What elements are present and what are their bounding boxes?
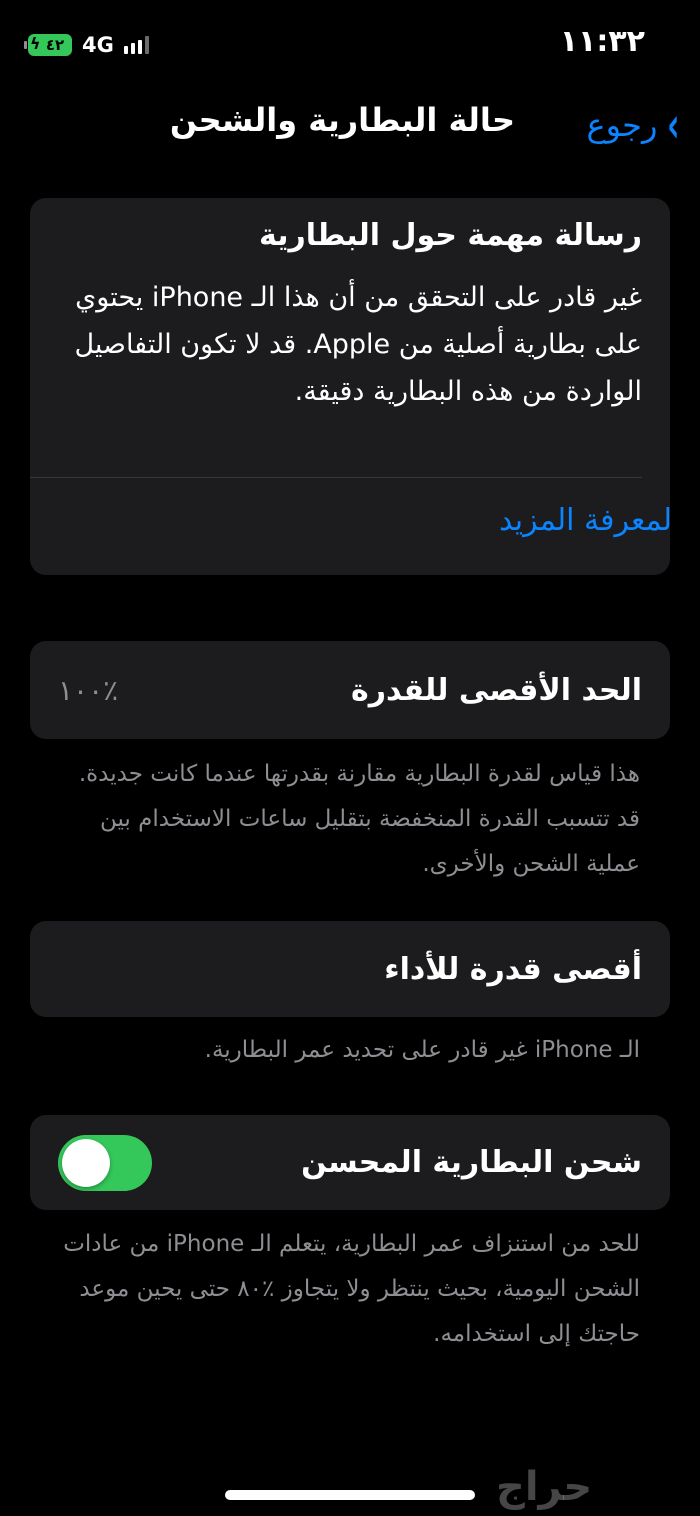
optimized-charging-toggle[interactable] xyxy=(58,1134,152,1191)
maximum-capacity-value: ٪١٠٠ xyxy=(58,673,119,707)
battery-level: ٤٢ xyxy=(45,36,65,54)
maximum-capacity-label: الحد الأقصى للقدرة xyxy=(351,672,642,708)
charging-bolt-icon: ϟ xyxy=(30,34,41,53)
peak-performance-footnote: الـ iPhone غير قادر على تحديد عمر البطار… xyxy=(204,1037,640,1063)
toggle-knob xyxy=(62,1138,110,1187)
signal-bar xyxy=(123,46,128,54)
back-button-label: رجوع xyxy=(586,106,658,144)
network-type: 4G xyxy=(82,33,114,57)
signal-bar xyxy=(130,43,135,54)
peak-performance-row: أقصى قدرة للأداء xyxy=(30,921,670,1017)
signal-strength-icon xyxy=(123,36,149,54)
status-bar: ϟ ٤٢ 4G ١١:٣٢ xyxy=(0,0,700,80)
status-indicators: ϟ ٤٢ 4G xyxy=(24,30,149,60)
signal-bar xyxy=(144,36,149,54)
navigation-bar: › رجوع حالة البطارية والشحن xyxy=(0,95,700,155)
battery-icon: ϟ ٤٢ xyxy=(24,34,72,56)
optimized-charging-row: شحن البطارية المحسن xyxy=(30,1115,670,1210)
peak-performance-label: أقصى قدرة للأداء xyxy=(384,951,642,987)
maximum-capacity-row: الحد الأقصى للقدرة ٪١٠٠ xyxy=(30,641,670,739)
message-body: غير قادر على التحقق من أن هذا الـ iPhone… xyxy=(74,282,642,407)
battery-nub xyxy=(24,41,27,49)
learn-more-link[interactable]: لمعرفة المزيد xyxy=(499,503,672,538)
maximum-capacity-footnote: هذا قياس لقدرة البطارية مقارنة بقدرتها ع… xyxy=(78,761,640,877)
message-title: رسالة مهمة حول البطارية xyxy=(259,218,642,253)
chevron-right-icon: › xyxy=(667,96,680,154)
optimized-charging-label: شحن البطارية المحسن xyxy=(301,1145,642,1180)
signal-bar xyxy=(137,40,142,54)
watermark-logo: حراج xyxy=(496,1464,593,1510)
battery-health-screen: ϟ ٤٢ 4G ١١:٣٢ › رجوع حالة البطارية والشح… xyxy=(0,0,700,1516)
divider xyxy=(30,477,642,478)
page-title: حالة البطارية والشحن xyxy=(169,101,515,139)
optimized-charging-footnote: للحد من استنزاف عمر البطارية، يتعلم الـ … xyxy=(63,1231,640,1347)
status-time: ١١:٣٢ xyxy=(559,24,645,59)
home-indicator[interactable] xyxy=(225,1490,475,1500)
back-button[interactable]: › رجوع xyxy=(587,95,684,155)
